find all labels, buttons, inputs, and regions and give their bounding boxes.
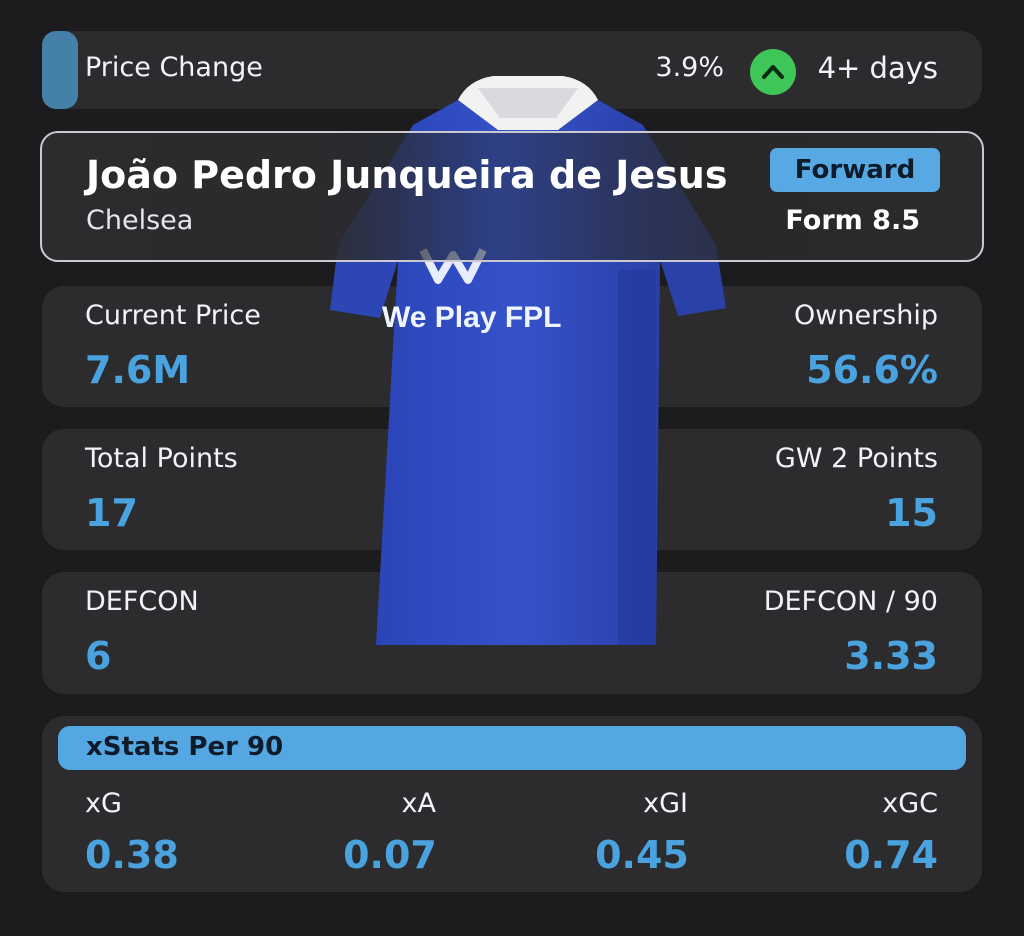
- xstat-xgc: xGC 0.74: [844, 788, 938, 877]
- xstat-label: xGC: [882, 788, 938, 819]
- ownership-label: Ownership: [794, 300, 938, 331]
- form-value: Form 8.5: [785, 205, 920, 236]
- xstat-label: xG: [85, 788, 122, 819]
- current-price-label: Current Price: [85, 300, 261, 331]
- xstat-label: xA: [401, 788, 436, 819]
- team-name: Chelsea: [86, 205, 194, 236]
- total-points-value: 17: [85, 491, 138, 535]
- gw-points-label: GW 2 Points: [774, 443, 938, 474]
- price-change-label: Price Change: [85, 52, 263, 83]
- xstat-xgi: xGI 0.45: [592, 788, 692, 877]
- defcon-per-90-value: 3.33: [844, 634, 938, 678]
- gw-points-value: 15: [885, 491, 938, 535]
- chevron-up-icon: [750, 49, 796, 95]
- defcon-per-90-label: DEFCON / 90: [763, 586, 938, 617]
- xstat-xg: xG 0.38: [85, 788, 179, 877]
- defcon-value: 6: [85, 634, 112, 678]
- current-price-value: 7.6M: [85, 348, 191, 392]
- xstats-header: xStats Per 90: [58, 726, 966, 770]
- player-name: João Pedro Junqueira de Jesus: [86, 153, 728, 197]
- xstat-value: 0.45: [595, 833, 689, 877]
- defcon-label: DEFCON: [85, 586, 199, 617]
- player-header-card: João Pedro Junqueira de Jesus Chelsea Fo…: [40, 131, 984, 262]
- total-points-label: Total Points: [85, 443, 238, 474]
- xstats-title: xStats Per 90: [86, 732, 284, 762]
- price-change-timeframe: 4+ days: [817, 51, 938, 85]
- xstat-label: xGI: [643, 788, 688, 819]
- xstats-card: xStats Per 90 xG 0.38 xA 0.07 xGI 0.45 x…: [42, 716, 982, 892]
- xstat-value: 0.38: [85, 833, 179, 877]
- xstat-value: 0.74: [844, 833, 938, 877]
- price-change-indicator: [42, 31, 78, 109]
- position-badge: Forward: [770, 148, 940, 192]
- xstat-value: 0.07: [343, 833, 437, 877]
- shirt-sponsor-text: We Play FPL: [382, 301, 562, 334]
- ownership-value: 56.6%: [806, 348, 938, 392]
- xstat-xa: xA 0.07: [340, 788, 440, 877]
